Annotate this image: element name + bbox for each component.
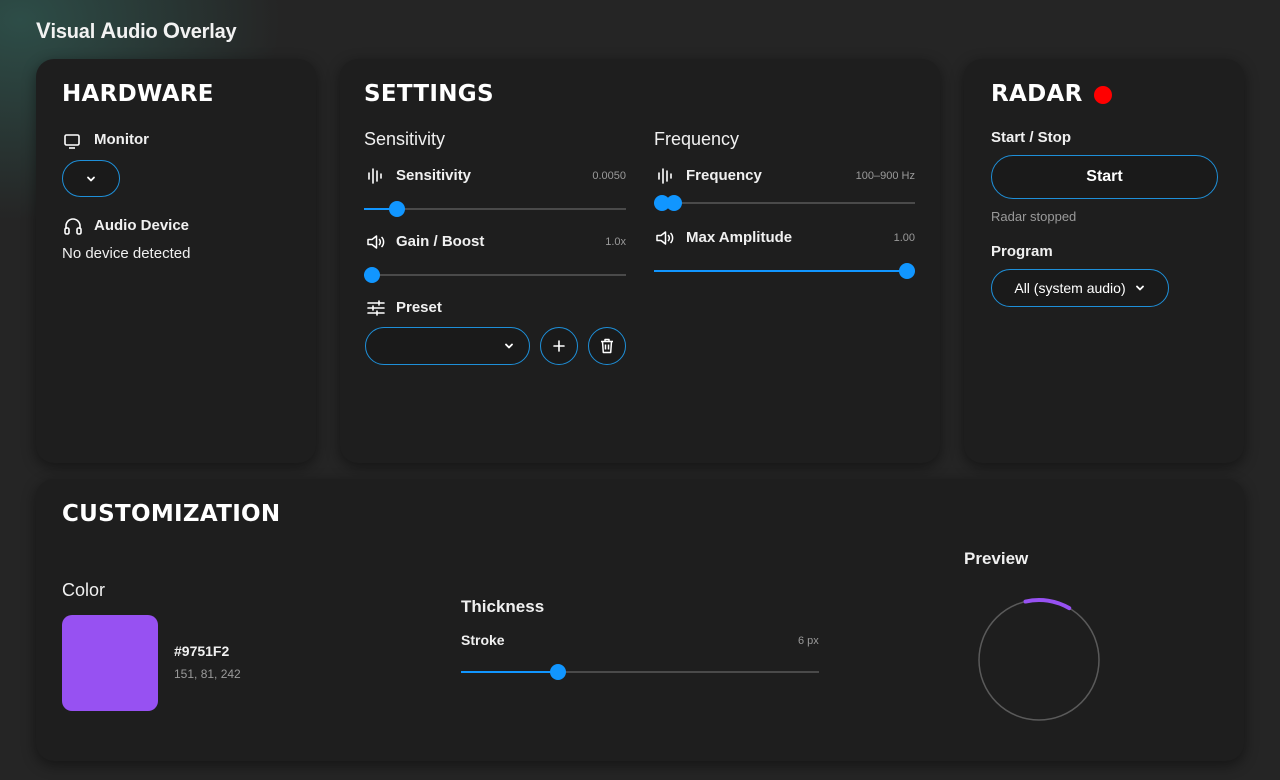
sensitivity-value: 0.0050 — [592, 170, 626, 182]
preview-ring-track — [978, 599, 1100, 721]
audio-device-value: No device detected — [62, 245, 191, 262]
stroke-value: 6 px — [798, 635, 819, 647]
delete-preset-button[interactable] — [588, 327, 626, 365]
thickness-label: Thickness — [461, 597, 545, 616]
color-hex: #9751F2 — [174, 643, 230, 659]
preview-ring — [978, 598, 1100, 721]
frequency-label: Frequency — [686, 167, 762, 184]
start-stop-label: Start / Stop — [991, 129, 1072, 146]
customization-title: CUSTOMIZATION — [62, 501, 281, 527]
sensitivity-slider-thumb[interactable] — [388, 201, 405, 217]
frequency-high-thumb[interactable] — [665, 195, 682, 211]
stroke-slider-thumb[interactable] — [549, 664, 566, 680]
program-select[interactable]: All (system audio) — [991, 269, 1169, 307]
max-amplitude-slider[interactable] — [654, 263, 916, 279]
hardware-card: HARDWARE Monitor Audio Device No device … — [36, 59, 316, 463]
trash-icon — [600, 338, 614, 354]
color-label: Color — [62, 580, 106, 600]
headphones-icon — [63, 217, 83, 235]
sensitivity-label: Sensitivity — [396, 167, 472, 184]
color-rgb: 151, 81, 242 — [174, 667, 241, 681]
max-amplitude-label: Max Amplitude — [686, 229, 793, 246]
monitor-label: Monitor — [94, 131, 149, 148]
radar-title: RADAR — [991, 81, 1083, 107]
frequency-value: 100–900 Hz — [855, 170, 915, 182]
stroke-slider-fill — [461, 671, 558, 673]
program-label: Program — [991, 243, 1053, 260]
plus-icon — [552, 339, 566, 353]
frequency-bars-icon — [657, 167, 673, 185]
app-title: Visual Audio Overlay — [36, 18, 237, 43]
monitor-icon — [63, 132, 81, 150]
chevron-down-icon — [503, 340, 515, 352]
color-swatch[interactable] — [62, 615, 158, 711]
max-amplitude-slider-fill — [654, 270, 908, 272]
preview-arc — [1023, 598, 1072, 611]
settings-title: SETTINGS — [364, 81, 494, 107]
sensitivity-slider[interactable] — [364, 201, 626, 217]
program-select-value: All (system audio) — [1014, 280, 1126, 296]
add-preset-button[interactable] — [540, 327, 578, 365]
sliders-icon — [366, 299, 386, 317]
chevron-down-icon — [85, 173, 97, 185]
sensitivity-section-heading: Sensitivity — [364, 129, 446, 149]
radar-card: RADAR Start / Stop Start Radar stopped P… — [964, 59, 1244, 463]
gain-slider-thumb[interactable] — [363, 267, 380, 283]
customization-card: CUSTOMIZATION Color #9751F2 151, 81, 242… — [36, 479, 1244, 761]
radar-status-text: Radar stopped — [991, 209, 1077, 224]
stroke-label: Stroke — [461, 632, 505, 648]
chevron-down-icon — [1134, 282, 1146, 294]
settings-card: SETTINGS Sensitivity Frequency Sensitivi… — [340, 59, 940, 463]
audio-device-label: Audio Device — [94, 217, 190, 234]
speaker-icon — [366, 233, 386, 251]
stroke-slider[interactable] — [461, 664, 819, 680]
max-amplitude-value: 1.00 — [893, 232, 915, 244]
start-button-label: Start — [1086, 168, 1123, 185]
gain-value: 1.0x — [605, 236, 626, 248]
gain-slider[interactable] — [363, 267, 626, 283]
start-button[interactable]: Start — [991, 155, 1218, 199]
hardware-title: HARDWARE — [62, 81, 214, 107]
sensitivity-bars-icon — [367, 167, 383, 185]
frequency-section-heading: Frequency — [654, 129, 740, 149]
monitor-select[interactable] — [62, 160, 120, 197]
gain-label: Gain / Boost — [396, 233, 485, 250]
max-amplitude-slider-thumb[interactable] — [899, 263, 916, 279]
frequency-range-slider[interactable] — [653, 195, 915, 211]
preset-label: Preset — [396, 299, 442, 316]
speaker-icon — [655, 229, 675, 247]
preset-select[interactable] — [365, 327, 530, 365]
radar-status-indicator — [1094, 86, 1112, 104]
preview-label: Preview — [964, 549, 1029, 568]
